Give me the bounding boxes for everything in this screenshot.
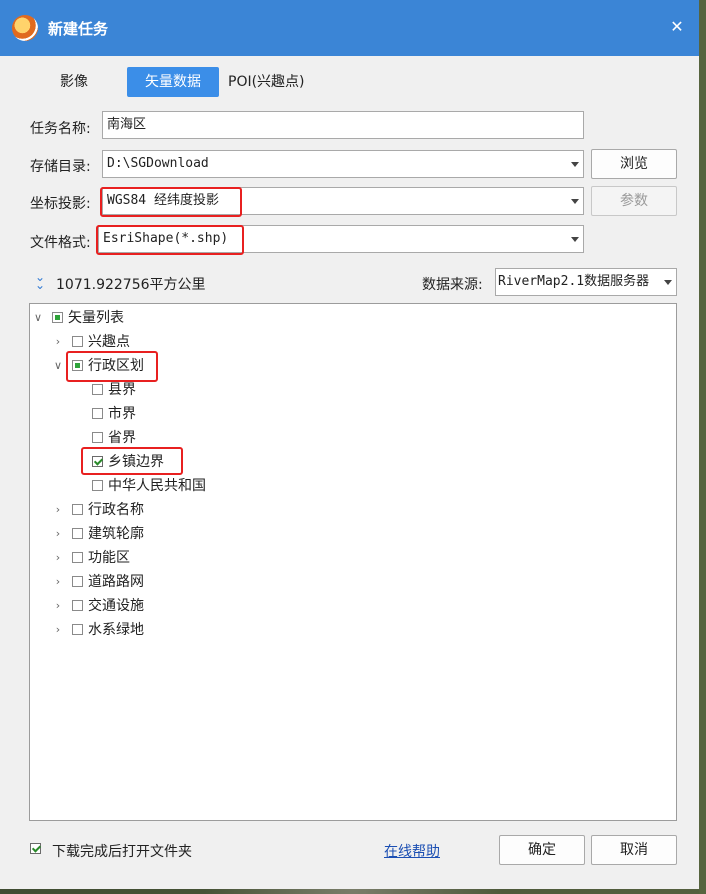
tree-checkbox[interactable] (92, 384, 103, 395)
chevron-down-icon (664, 280, 672, 285)
chevron-right-icon[interactable]: › (52, 547, 64, 569)
chevron-right-icon[interactable]: › (52, 331, 64, 353)
projection-label: 坐标投影: (30, 196, 91, 212)
source-label: 数据来源: (422, 277, 483, 293)
save-dir-label: 存储目录: (30, 159, 91, 175)
tree-label: 县界 (108, 382, 136, 398)
tab-poi[interactable]: POI(兴趣点) (228, 67, 328, 97)
app-logo-icon (12, 15, 38, 41)
online-help-link[interactable]: 在线帮助 (384, 841, 440, 861)
tree-checkbox[interactable] (72, 528, 83, 539)
cancel-button[interactable]: 取消 (591, 835, 677, 865)
tab-vector-data[interactable]: 矢量数据 (127, 67, 219, 97)
format-label: 文件格式: (30, 235, 91, 251)
vector-tree: ∨ 矢量列表 › 兴趣点 ∨ 行政区划 县界 市界 省界 乡镇边界 中华人民共和… (29, 303, 677, 821)
new-task-dialog: 新建任务 ✕ 影像 矢量数据 POI(兴趣点) 任务名称: 南海区 存储目录: … (0, 0, 699, 889)
save-dir-value: D:\SGDownload (107, 156, 209, 171)
tree-checkbox[interactable] (72, 360, 83, 371)
task-name-input[interactable]: 南海区 (102, 111, 584, 139)
tree-checkbox[interactable] (92, 432, 103, 443)
tree-label: 行政名称 (88, 502, 144, 518)
chevron-right-icon[interactable]: › (52, 499, 64, 521)
chevron-right-icon[interactable]: › (52, 619, 64, 641)
tree-label: 行政区划 (88, 358, 144, 374)
tree-label: 乡镇边界 (108, 454, 164, 470)
tree-label: 水系绿地 (88, 622, 144, 638)
browse-button[interactable]: 浏览 (591, 149, 677, 179)
chevron-down-icon (571, 162, 579, 167)
tab-imagery[interactable]: 影像 (60, 67, 100, 97)
projection-value: WGS84 经纬度投影 (107, 193, 219, 208)
area-text: 1071.922756平方公里 (56, 277, 206, 293)
tree-checkbox[interactable] (72, 336, 83, 347)
tree-label: 市界 (108, 406, 136, 422)
tree-checkbox[interactable] (92, 408, 103, 419)
tree-label: 道路路网 (88, 574, 144, 590)
tree-label: 省界 (108, 430, 136, 446)
tree-label: 交通设施 (88, 598, 144, 614)
chevron-down-icon[interactable]: ∨ (52, 355, 64, 377)
chevron-right-icon[interactable]: › (52, 523, 64, 545)
window-title: 新建任务 (48, 20, 109, 38)
source-dropdown[interactable]: RiverMap2.1数据服务器 (495, 268, 677, 296)
format-dropdown[interactable]: EsriShape(*.shp) (98, 225, 584, 253)
tree-label: 建筑轮廓 (88, 526, 144, 542)
source-value: RiverMap2.1数据服务器 (498, 274, 650, 289)
chevron-down-icon[interactable]: ∨ (32, 307, 44, 329)
double-chevron-down-icon[interactable]: ⌄ ⌄ (33, 271, 47, 291)
tree-checkbox[interactable] (92, 480, 103, 491)
projection-dropdown[interactable]: WGS84 经纬度投影 (102, 187, 584, 215)
chevron-down-icon (571, 199, 579, 204)
params-button[interactable]: 参数 (591, 186, 677, 216)
open-folder-label: 下载完成后打开文件夹 (52, 844, 192, 860)
tree-label: 矢量列表 (68, 310, 124, 326)
tree-checkbox[interactable] (72, 576, 83, 587)
open-folder-checkbox[interactable] (30, 843, 41, 854)
save-dir-dropdown[interactable]: D:\SGDownload (102, 150, 584, 178)
close-icon[interactable]: ✕ (664, 14, 690, 40)
format-value: EsriShape(*.shp) (103, 231, 229, 246)
tree-checkbox[interactable] (92, 456, 103, 467)
tree-label: 功能区 (88, 550, 130, 566)
tree-label: 兴趣点 (88, 334, 130, 350)
tree-checkbox[interactable] (52, 312, 63, 323)
tree-checkbox[interactable] (72, 504, 83, 515)
tree-checkbox[interactable] (72, 552, 83, 563)
task-name-value: 南海区 (107, 117, 147, 132)
map-edge (699, 0, 706, 894)
chevron-down-icon (571, 237, 579, 242)
chevron-right-icon[interactable]: › (52, 571, 64, 593)
task-name-label: 任务名称: (30, 121, 91, 137)
tree-label: 中华人民共和国 (108, 478, 206, 494)
ok-button[interactable]: 确定 (499, 835, 585, 865)
tree-checkbox[interactable] (72, 624, 83, 635)
chevron-right-icon[interactable]: › (52, 595, 64, 617)
title-bar[interactable]: 新建任务 ✕ (0, 0, 699, 56)
tree-checkbox[interactable] (72, 600, 83, 611)
